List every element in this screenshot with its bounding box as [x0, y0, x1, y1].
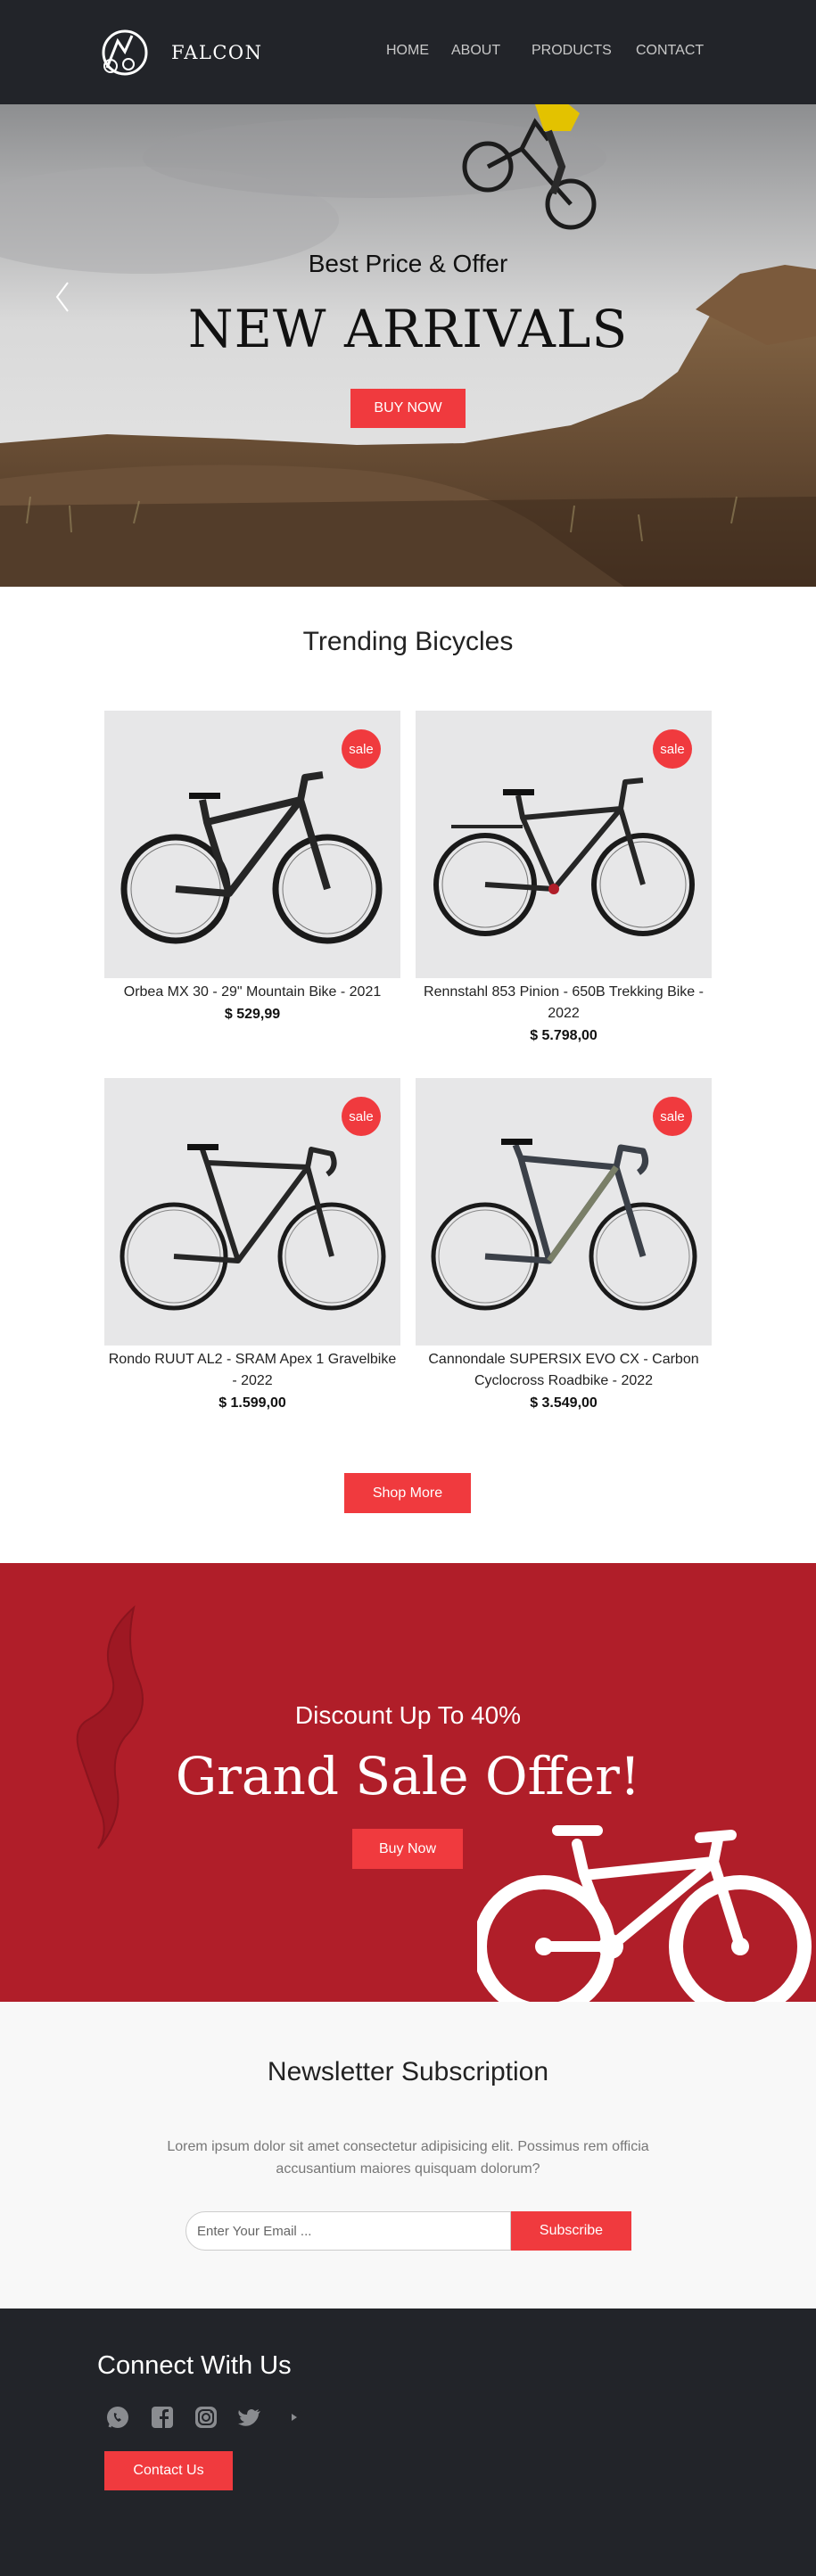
product-price: $ 529,99	[224, 1007, 281, 1022]
email-input[interactable]	[185, 2211, 511, 2251]
newsletter-text: Lorem ipsum dolor sit amet consectetur a…	[167, 2139, 649, 2177]
sale-banner: Discount Up To 40% Grand Sale Offer! Buy…	[0, 1563, 816, 2002]
product-name[interactable]: Rondo RUUT AL2 - SRAM Apex 1 Gravelbike …	[104, 1349, 400, 1392]
product-image[interactable]: sale	[104, 1078, 400, 1346]
nav-contact[interactable]: CONTACT	[636, 43, 704, 59]
site-header: FALCON HOME ABOUT PRODUCTS CONTACT	[0, 0, 816, 104]
bike-silhouette-image	[477, 1825, 812, 2002]
instagram-icon[interactable]	[193, 2404, 219, 2431]
banner-title: Grand Sale Offer!	[175, 1746, 641, 1806]
facebook-icon[interactable]	[149, 2404, 176, 2431]
sale-badge: sale	[342, 1097, 381, 1136]
site-footer: Connect With Us Contact Us	[0, 2309, 816, 2576]
youtube-icon[interactable]	[280, 2404, 307, 2431]
product-card[interactable]: sale Cannondale SUPERSIX EVO CX - Carbon…	[416, 1078, 712, 1415]
nav-home[interactable]: HOME	[386, 43, 429, 59]
banner-subtitle: Discount Up To 40%	[294, 1701, 522, 1729]
twitter-icon[interactable]	[236, 2404, 263, 2431]
product-price: $ 5.798,00	[530, 1028, 598, 1043]
footer-title: Connect With Us	[97, 2351, 292, 2380]
product-card[interactable]: sale Rondo RUUT AL2 - SRAM Apex 1 Gravel…	[104, 1078, 400, 1415]
product-price: $ 1.599,00	[218, 1395, 286, 1411]
brand-name[interactable]: FALCON	[171, 42, 263, 63]
falcon-logo-icon[interactable]	[98, 25, 148, 80]
product-image[interactable]: sale	[416, 1078, 712, 1346]
product-name[interactable]: Orbea MX 30 - 29" Mountain Bike - 2021	[104, 982, 400, 1003]
product-name[interactable]: Cannondale SUPERSIX EVO CX - Carbon Cycl…	[416, 1349, 712, 1392]
trending-title: Trending Bicycles	[302, 627, 514, 656]
hero-slider: Best Price & Offer NEW ARRIVALS BUY NOW	[0, 104, 816, 587]
sale-badge: sale	[653, 729, 692, 769]
sale-badge: sale	[653, 1097, 692, 1136]
nav-about[interactable]: ABOUT	[451, 43, 500, 59]
newsletter-section: Newsletter Subscription Lorem ipsum dolo…	[0, 2002, 816, 2309]
sale-badge: sale	[342, 729, 381, 769]
product-name[interactable]: Rennstahl 853 Pinion - 650B Trekking Bik…	[416, 982, 712, 1025]
product-image[interactable]: sale	[104, 711, 400, 978]
shop-more-button[interactable]: Shop More	[344, 1473, 471, 1513]
product-card[interactable]: sale Orbea MX 30 - 29" Mountain Bike - 2…	[104, 711, 400, 1026]
newsletter-title: Newsletter Subscription	[267, 2057, 549, 2086]
hero-subtitle: Best Price & Offer	[308, 250, 508, 277]
product-card[interactable]: sale Rennstahl 853 Pinion - 650B Trekkin…	[416, 711, 712, 1048]
product-price: $ 3.549,00	[530, 1395, 598, 1411]
hero-title: NEW ARRIVALS	[187, 299, 629, 359]
buy-now-button[interactable]: BUY NOW	[350, 389, 466, 428]
contact-us-button[interactable]: Contact Us	[104, 2451, 233, 2490]
banner-buy-now-button[interactable]: Buy Now	[352, 1829, 463, 1869]
subscribe-button[interactable]: Subscribe	[511, 2211, 631, 2251]
nav-products[interactable]: PRODUCTS	[532, 43, 612, 59]
product-image[interactable]: sale	[416, 711, 712, 978]
whatsapp-icon[interactable]	[104, 2404, 131, 2431]
